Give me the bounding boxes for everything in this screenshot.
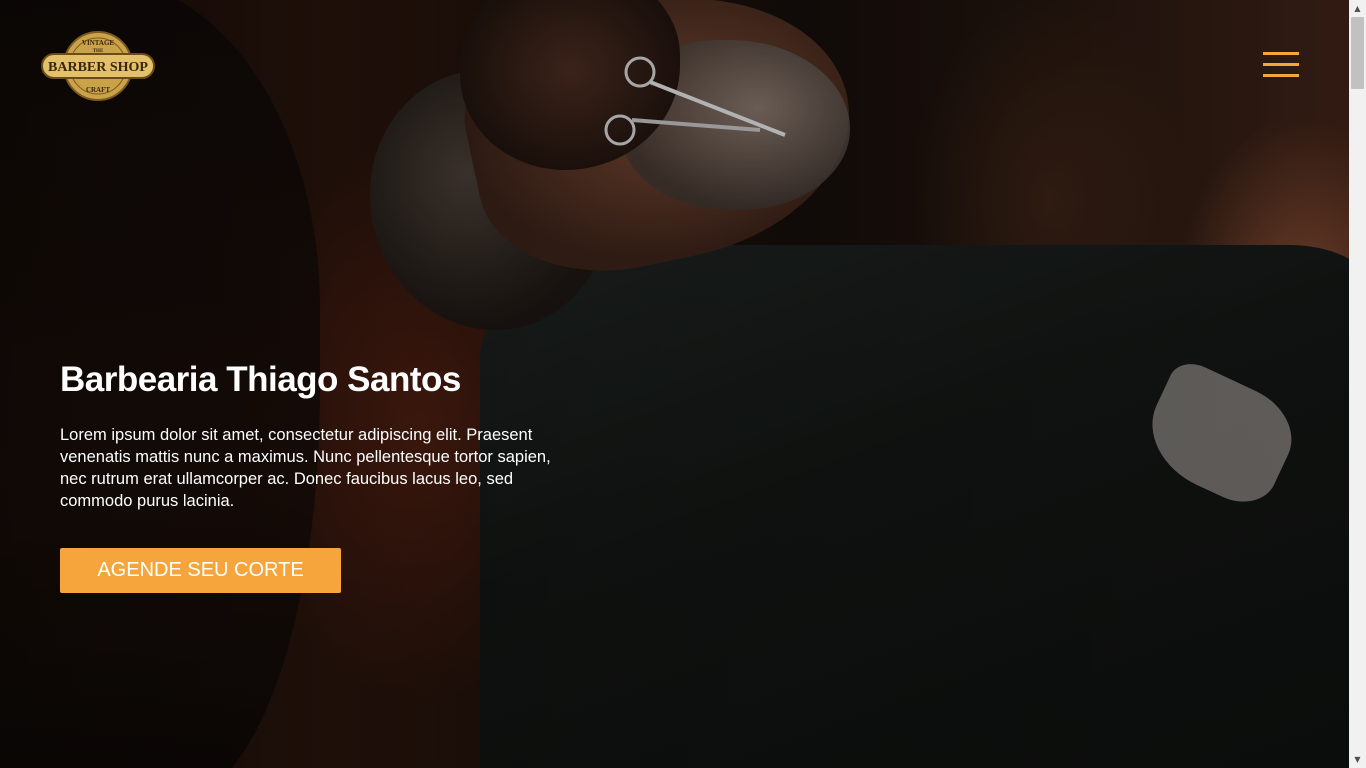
hero-description: Lorem ipsum dolor sit amet, consectetur … xyxy=(60,426,551,510)
barbershop-logo[interactable]: BARBER SHOP VINTAGE THE CRAFT xyxy=(40,30,156,102)
logo-top-text: VINTAGE xyxy=(82,39,114,47)
hamburger-icon-line xyxy=(1263,63,1299,66)
logo-main-text: BARBER SHOP xyxy=(48,60,148,75)
hamburger-icon-line xyxy=(1263,74,1299,77)
scroll-down-arrow-icon[interactable]: ▼ xyxy=(1349,751,1366,768)
scroll-thumb[interactable] xyxy=(1351,17,1364,89)
logo-bottom-text: CRAFT xyxy=(86,86,110,94)
scrollbar[interactable]: ▲ ▼ xyxy=(1349,0,1366,768)
schedule-cut-button[interactable]: AGENDE SEU CORTE xyxy=(60,548,341,593)
menu-button[interactable] xyxy=(1263,52,1300,78)
hero-title: Barbearia Thiago Santos xyxy=(60,360,461,399)
hamburger-icon xyxy=(1263,52,1299,55)
page: BARBER SHOP VINTAGE THE CRAFT Barbearia … xyxy=(0,0,1366,768)
logo-mid-text: THE xyxy=(93,49,104,54)
scroll-up-arrow-icon[interactable]: ▲ xyxy=(1349,0,1366,17)
hero-content: Barbearia Thiago Santos Lorem ipsum dolo… xyxy=(60,358,560,512)
